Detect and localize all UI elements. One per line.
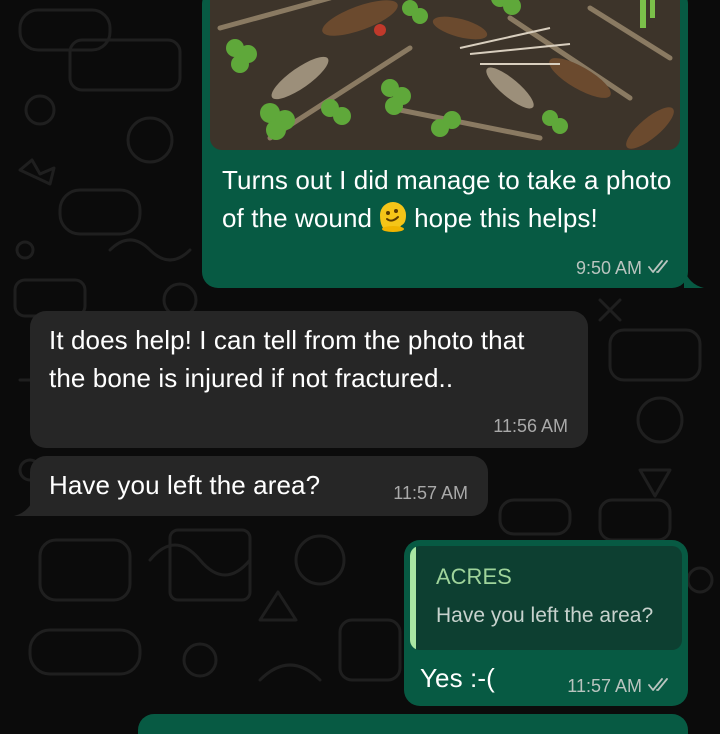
message-outgoing-reply[interactable]: ACRES Have you left the area? Yes :-( 11…: [404, 540, 688, 706]
quoted-message[interactable]: ACRES Have you left the area?: [410, 546, 682, 650]
message-text: Turns out I did manage to take a photo o…: [222, 165, 672, 233]
quote-accent-bar: [410, 546, 416, 650]
message-text: Have you left the area?: [49, 470, 321, 500]
message-time: 11:56 AM: [493, 416, 568, 436]
message-incoming[interactable]: It does help! I can tell from the photo …: [30, 311, 588, 448]
bubble-tail: [684, 268, 704, 288]
read-ticks-icon: [648, 259, 672, 280]
message-time: 11:57 AM: [393, 483, 468, 503]
message-text: It does help! I can tell from the photo …: [49, 325, 525, 393]
message-outgoing-partial[interactable]: [138, 714, 688, 734]
message-text: Yes :-(: [420, 663, 495, 693]
message-outgoing-photo[interactable]: Turns out I did manage to take a photo o…: [202, 0, 704, 288]
quote-text: Have you left the area?: [436, 604, 654, 627]
quote-author: ACRES: [436, 564, 512, 589]
wound-photo[interactable]: [210, 0, 680, 150]
message-incoming[interactable]: Have you left the area? 11:57 AM: [14, 456, 488, 516]
bubble-tail: [14, 496, 34, 516]
read-ticks-icon: [648, 677, 672, 698]
message-time: 11:57 AM: [567, 676, 672, 698]
message-time: 9:50 AM: [576, 258, 672, 280]
melting-face-emoji-icon: [376, 199, 410, 233]
